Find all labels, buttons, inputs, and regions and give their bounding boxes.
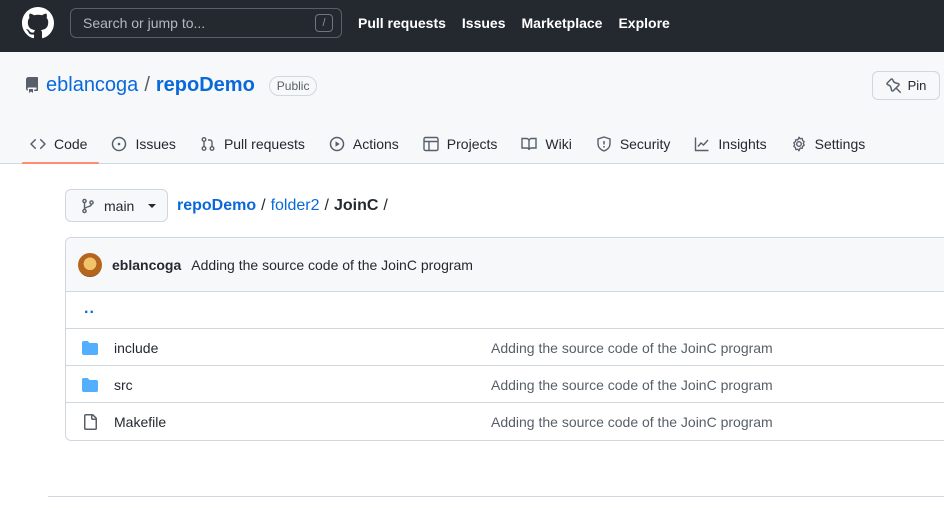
book-icon [521,137,538,151]
repo-owner-link[interactable]: eblancoga [46,74,138,97]
folder-icon [82,341,98,355]
tab-actions-label: Actions [352,136,399,152]
breadcrumb-repo-link[interactable]: repoDemo [177,197,256,215]
tab-wiki-label: Wiki [545,136,572,152]
breadcrumb-separator: / [324,197,329,214]
tab-settings[interactable]: Settings [783,124,878,164]
breadcrumb-separator: / [261,197,266,214]
shield-icon [597,136,611,152]
file-commit-message[interactable]: Adding the source code of the JoinC prog… [491,414,773,430]
global-header: Search or jump to... / Pull requests Iss… [0,0,944,52]
search-placeholder: Search or jump to... [83,15,206,31]
parent-directory-link[interactable]: .. [84,300,95,318]
tab-pull-requests[interactable]: Pull requests [192,124,317,164]
breadcrumb-folder-link[interactable]: folder2 [271,197,320,215]
file-commit-message[interactable]: Adding the source code of the JoinC prog… [491,377,773,393]
tab-insights-label: Insights [718,136,767,152]
tab-security-label: Security [619,136,671,152]
breadcrumb-separator: / [383,197,388,214]
folder-icon [82,378,98,392]
nav-marketplace[interactable]: Marketplace [522,15,603,31]
tab-projects[interactable]: Projects [415,124,510,164]
breadcrumb-current: JoinC [333,197,379,214]
tab-issues[interactable]: Issues [103,124,187,164]
repo-title: eblancoga / repoDemo Public [46,74,318,97]
tab-issues-label: Issues [135,136,176,152]
file-name-link[interactable]: Makefile [114,414,166,430]
tab-settings-label: Settings [814,136,866,152]
commit-message-link[interactable]: Adding the source code of the JoinC prog… [191,257,473,273]
table-row[interactable]: src Adding the source code of the JoinC … [66,366,944,403]
table-icon [423,136,439,152]
graph-icon [695,137,709,152]
gear-icon [792,136,805,152]
file-name-link[interactable]: include [114,340,158,356]
repo-name-link[interactable]: repoDemo [156,74,255,97]
avatar[interactable] [78,252,102,277]
search-input[interactable]: Search or jump to... / [70,8,342,38]
branch-name: main [104,197,135,214]
tab-wiki[interactable]: Wiki [513,124,583,164]
file-icon [84,414,97,430]
branch-selector-button[interactable]: main [65,189,168,222]
breadcrumb: repoDemo / folder2 / JoinC / [177,197,388,215]
search-shortcut-hint: / [315,14,333,32]
repo-tabs: Code Issues Pull requests Actions Projec… [22,124,881,164]
nav-pull-requests[interactable]: Pull requests [358,15,446,31]
repo-title-separator: / [144,74,150,96]
file-commit-message[interactable]: Adding the source code of the JoinC prog… [491,340,773,356]
github-logo-icon[interactable] [22,7,54,39]
commit-author-link[interactable]: eblancoga [112,257,181,273]
chevron-down-icon [148,203,157,208]
pin-button[interactable]: Pin [872,71,940,100]
visibility-badge: Public [268,75,318,96]
nav-issues[interactable]: Issues [462,15,506,31]
git-branch-icon [82,198,94,213]
issue-icon [112,136,127,152]
pin-icon [885,77,901,93]
table-row[interactable]: include Adding the source code of the Jo… [66,329,944,366]
table-row[interactable]: Makefile Adding the source code of the J… [66,403,944,440]
footer-divider [48,496,944,497]
repo-icon [25,77,38,93]
pin-label: Pin [907,78,927,93]
latest-commit-bar: eblancoga Adding the source code of the … [66,238,944,292]
parent-directory-row[interactable]: .. [66,292,944,329]
global-nav: Pull requests Issues Marketplace Explore [358,15,670,31]
tab-code-label: Code [54,136,88,152]
tab-code[interactable]: Code [22,124,100,164]
tab-insights[interactable]: Insights [686,124,778,164]
nav-explore[interactable]: Explore [618,15,669,31]
code-icon [30,138,46,150]
file-name-link[interactable]: src [114,377,133,393]
tab-pull-requests-label: Pull requests [223,136,305,152]
file-list: eblancoga Adding the source code of the … [65,237,944,441]
tab-security[interactable]: Security [588,124,683,164]
tab-projects-label: Projects [446,136,498,152]
tab-actions[interactable]: Actions [321,124,411,164]
repo-header: eblancoga / repoDemo Public Pin Code Iss… [0,52,944,164]
play-icon [329,136,345,152]
pull-request-icon [201,137,215,151]
